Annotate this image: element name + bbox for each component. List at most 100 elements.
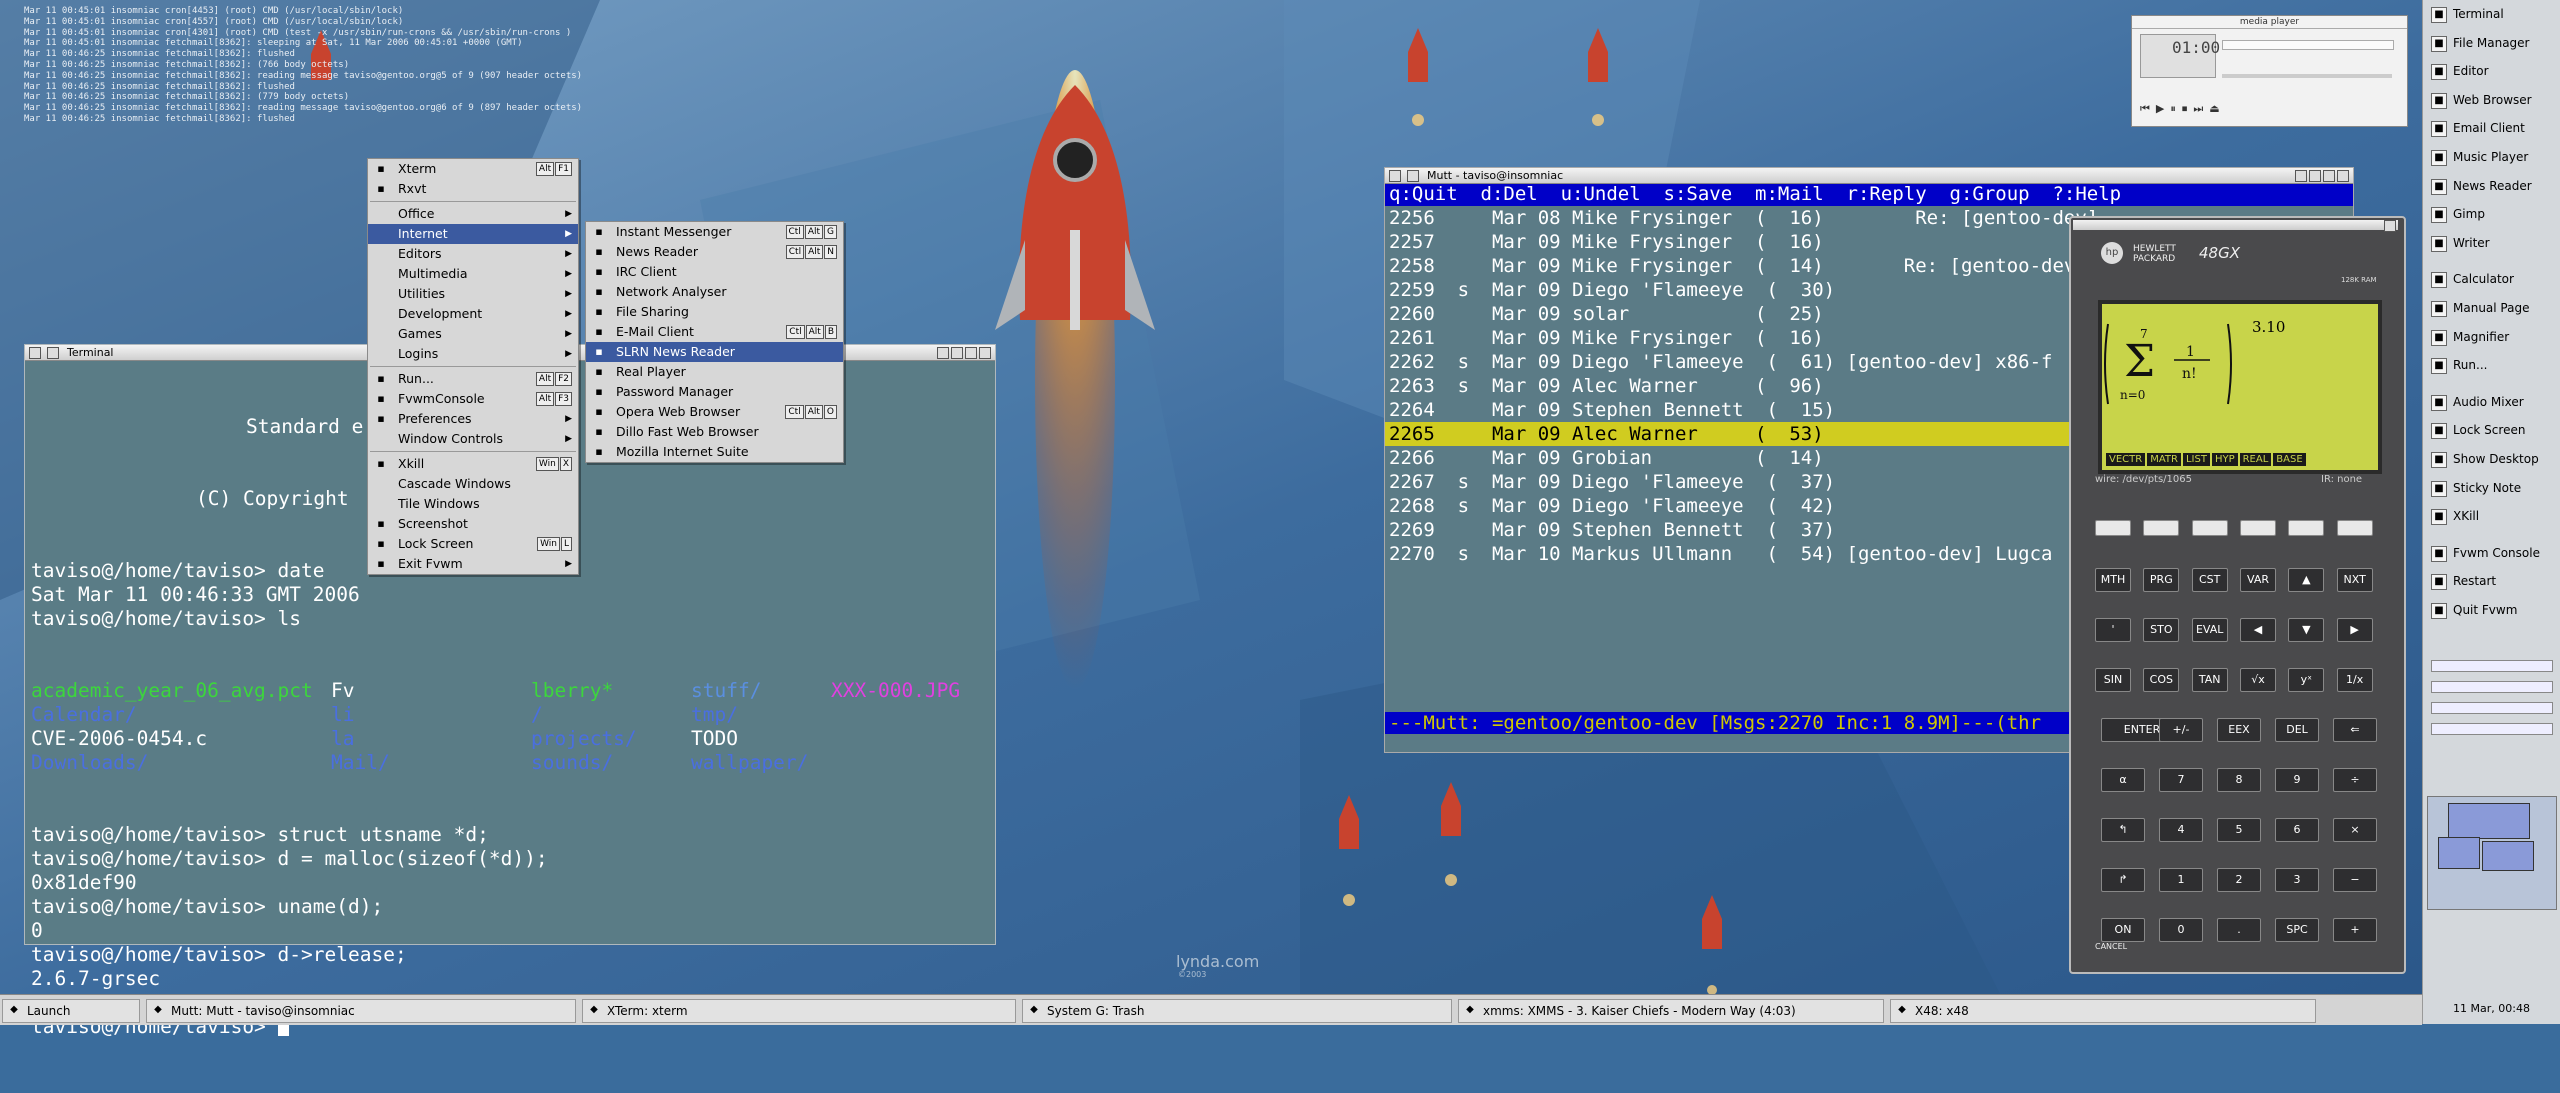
calc-key[interactable]: COS — [2143, 668, 2180, 692]
close-button[interactable] — [2384, 220, 2396, 232]
minimize-button[interactable] — [937, 347, 949, 359]
menu-item[interactable]: ▪ News Reader Ctl Alt N — [586, 242, 843, 262]
menu-item[interactable]: ▪ Real Player — [586, 362, 843, 382]
menu-item[interactable]: ▪ Instant Messenger Ctl Alt G — [586, 222, 843, 242]
calc-key[interactable]: ▲ — [2288, 568, 2325, 592]
calc-key[interactable]: 1 — [2159, 868, 2203, 892]
mutt-titlebar[interactable]: Mutt - taviso@insomniac — [1385, 168, 2353, 184]
close-button[interactable] — [979, 347, 991, 359]
calc-key[interactable]: STO — [2143, 618, 2180, 642]
calc-key[interactable]: SPC — [2275, 918, 2319, 942]
calc-key[interactable]: SIN — [2095, 668, 2131, 692]
panel-item[interactable]: ■ Calculator — [2423, 265, 2560, 294]
menu-item[interactable]: Window Controls ▶ — [368, 429, 578, 449]
launcher-panel[interactable]: ■ Terminal ■ File Manager ■ Editor ■ Web Browse… — [2422, 0, 2560, 1024]
calc-key[interactable]: ↰ — [2101, 818, 2145, 842]
calculator-window[interactable]: hp HEWLETT PACKARD 48GX 128K RAM Σ 7 n=0… — [2069, 216, 2406, 974]
menu-item[interactable]: Logins ▶ — [368, 344, 578, 364]
panel-item[interactable]: ■ Fvwm Console — [2423, 539, 2560, 568]
menu-item[interactable]: Development ▶ — [368, 304, 578, 324]
window-help-button[interactable] — [47, 347, 59, 359]
minimize-button[interactable] — [2295, 170, 2307, 182]
menu-item[interactable]: ▪ Network Analyser — [586, 282, 843, 302]
menu-item[interactable]: ▪ Exit Fvwm ▶ — [368, 554, 578, 574]
panel-item[interactable]: ■ Music Player — [2423, 143, 2560, 172]
desktop-pager[interactable] — [2427, 796, 2557, 910]
taskbar-button[interactable]: ◆ Launch — [2, 999, 140, 1023]
calc-key[interactable]: yˣ — [2288, 668, 2325, 692]
calc-key[interactable] — [2095, 520, 2131, 536]
menu-item[interactable]: ▪ Rxvt — [368, 179, 578, 199]
menu-item[interactable]: ▪ Password Manager — [586, 382, 843, 402]
calc-key[interactable] — [2191, 520, 2228, 536]
calc-key[interactable]: ◀ — [2240, 618, 2276, 642]
menu-item[interactable]: ▪ Xkill Win X — [368, 454, 578, 474]
taskbar-button[interactable]: ◆ xmms: XMMS - 3. Kaiser Chiefs - Modern … — [1458, 999, 1884, 1023]
menu-item[interactable]: Multimedia ▶ — [368, 264, 578, 284]
taskbar-button[interactable]: ◆ X48: x48 — [1890, 999, 2316, 1023]
calc-key[interactable]: ON — [2101, 918, 2145, 942]
menu-item[interactable]: Editors ▶ — [368, 244, 578, 264]
calc-key[interactable]: ' — [2095, 618, 2131, 642]
menu-item[interactable]: ▪ SLRN News Reader — [586, 342, 843, 362]
calc-key[interactable]: MTH — [2095, 568, 2131, 592]
root-menu[interactable]: ▪ Xterm Alt F1 ▪ Rxvt Office ▶ Internet ▶ Editors ▶… — [367, 158, 579, 575]
close-button[interactable] — [2337, 170, 2349, 182]
panel-item[interactable]: ■ Manual Page — [2423, 294, 2560, 323]
panel-item[interactable]: ■ Quit Fvwm — [2423, 596, 2560, 625]
calc-key[interactable]: EVAL — [2191, 618, 2228, 642]
window-menu-button[interactable] — [1389, 170, 1401, 182]
taskbar-button[interactable]: ◆ Mutt: Mutt - taviso@insomniac — [146, 999, 576, 1023]
xmms-seekbar[interactable] — [2222, 74, 2392, 78]
panel-item[interactable]: ■ Audio Mixer — [2423, 388, 2560, 417]
panel-item[interactable]: ■ Gimp — [2423, 200, 2560, 229]
calc-key[interactable]: . — [2217, 918, 2261, 942]
calc-key[interactable]: − — [2333, 868, 2377, 892]
menu-item[interactable]: ▪ Preferences ▶ — [368, 409, 578, 429]
calc-key[interactable]: TAN — [2191, 668, 2228, 692]
xmms-player[interactable]: media player 01:00 ⏮▶⏸⏹⏭⏏ — [2131, 15, 2408, 127]
panel-item[interactable]: ■ Email Client — [2423, 114, 2560, 143]
calc-key[interactable]: NXT — [2336, 568, 2373, 592]
calc-key[interactable]: PRG — [2143, 568, 2180, 592]
panel-item[interactable]: ■ Terminal — [2423, 0, 2560, 29]
window-help-button[interactable] — [1407, 170, 1419, 182]
calc-key[interactable]: 4 — [2159, 818, 2203, 842]
menu-item[interactable]: ▪ Xterm Alt F1 — [368, 159, 578, 179]
calc-key[interactable]: √x — [2240, 668, 2276, 692]
menu-item[interactable]: ▪ Run... Alt F2 — [368, 369, 578, 389]
calc-key[interactable]: × — [2333, 818, 2377, 842]
calc-key[interactable]: 9 — [2275, 768, 2319, 792]
shade-button[interactable] — [951, 347, 963, 359]
calc-key[interactable]: + — [2333, 918, 2377, 942]
calc-key[interactable]: 7 — [2159, 768, 2203, 792]
taskbar-button[interactable]: ◆ XTerm: xterm — [582, 999, 1016, 1023]
menu-item[interactable]: ▪ IRC Client — [586, 262, 843, 282]
panel-item[interactable]: ■ Sticky Note — [2423, 474, 2560, 503]
panel-item[interactable]: ■ Run... — [2423, 351, 2560, 380]
calc-titlebar[interactable] — [2073, 220, 2398, 232]
shade-button[interactable] — [2309, 170, 2321, 182]
panel-item[interactable]: ■ News Reader — [2423, 172, 2560, 201]
calc-key[interactable]: VAR — [2240, 568, 2276, 592]
calc-key[interactable]: α — [2101, 768, 2145, 792]
calc-key[interactable]: 0 — [2159, 918, 2203, 942]
xmms-controls[interactable]: ⏮▶⏸⏹⏭⏏ — [2140, 102, 2226, 116]
calc-key[interactable]: DEL — [2275, 718, 2319, 742]
calc-key[interactable]: ▶ — [2336, 618, 2373, 642]
calc-key[interactable]: CST — [2191, 568, 2228, 592]
taskbar[interactable]: ◆ Launch ◆ Mutt: Mutt - taviso@insomniac ◆ XT… — [0, 994, 2422, 1025]
internet-submenu[interactable]: ▪ Instant Messenger Ctl Alt G ▪ News Reader Ctl… — [585, 221, 844, 463]
calc-key[interactable]: 2 — [2217, 868, 2261, 892]
menu-item[interactable]: ▪ Screenshot — [368, 514, 578, 534]
calc-key[interactable]: 6 — [2275, 818, 2319, 842]
panel-item[interactable]: ■ Writer — [2423, 229, 2560, 258]
maximize-button[interactable] — [965, 347, 977, 359]
calc-key[interactable]: +/- — [2159, 718, 2203, 742]
menu-item[interactable]: Internet ▶ — [368, 224, 578, 244]
calc-key[interactable]: ÷ — [2333, 768, 2377, 792]
panel-item[interactable]: ■ Magnifier — [2423, 323, 2560, 352]
panel-item[interactable]: ■ Restart — [2423, 567, 2560, 596]
calc-key[interactable]: ▼ — [2288, 618, 2325, 642]
panel-item[interactable]: ■ Web Browser — [2423, 86, 2560, 115]
